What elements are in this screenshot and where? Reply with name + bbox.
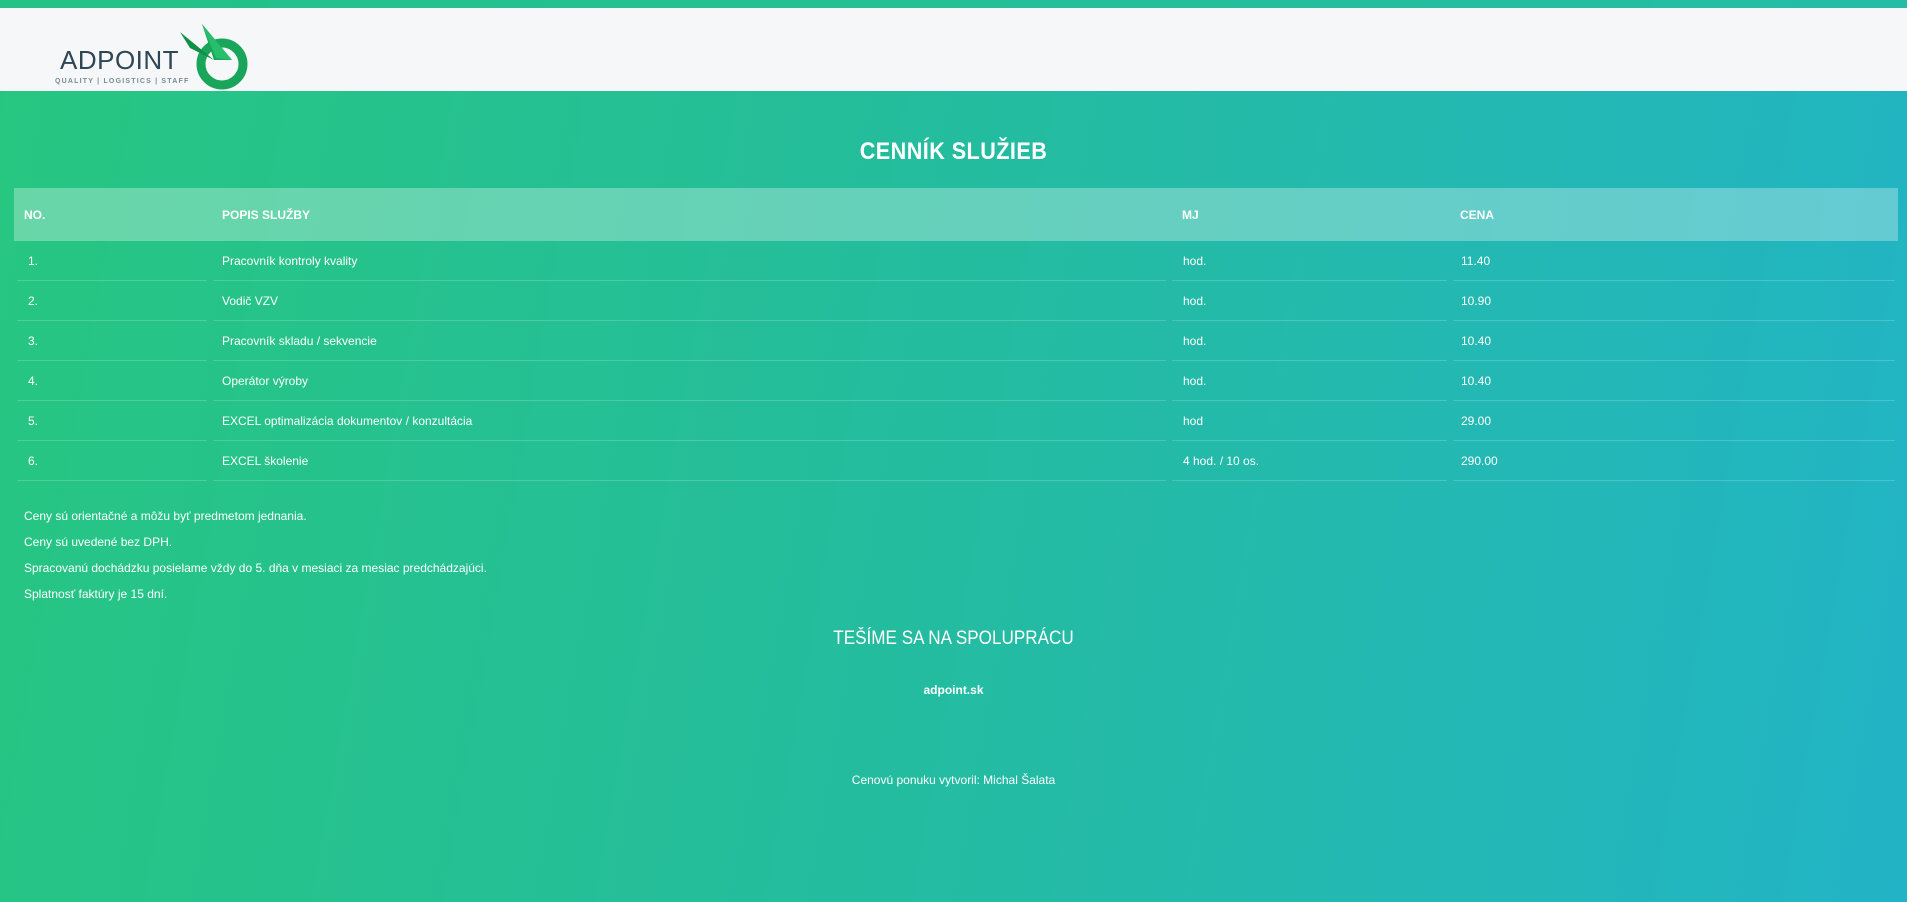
row-number: 4. xyxy=(14,361,210,401)
table-header-row: NO. POPIS SLUŽBY MJ CENA xyxy=(14,188,1898,241)
service-price: 10.90 xyxy=(1450,281,1898,321)
service-price: 10.40 xyxy=(1450,321,1898,361)
table-row: 5. EXCEL optimalizácia dokumentov / konz… xyxy=(14,401,1898,441)
service-unit: hod. xyxy=(1169,361,1450,401)
service-price: 29.00 xyxy=(1450,401,1898,441)
service-description: Vodič VZV xyxy=(210,281,1169,321)
service-unit: hod xyxy=(1169,401,1450,441)
table-row: 2. Vodič VZV hod. 10.90 xyxy=(14,281,1898,321)
service-unit: 4 hod. / 10 os. xyxy=(1169,441,1450,481)
note-line: Ceny sú orientačné a môžu byť predmetom … xyxy=(24,509,307,523)
table-row: 3. Pracovník skladu / sekvencie hod. 10.… xyxy=(14,321,1898,361)
header: ADPOINT QUALITY | LOGISTICS | STAFF xyxy=(0,8,1907,91)
note-line: Splatnosť faktúry je 15 dní. xyxy=(24,587,168,601)
row-number: 3. xyxy=(14,321,210,361)
table-row: 1. Pracovník kontroly kvality hod. 11.40 xyxy=(14,241,1898,281)
top-accent-bar xyxy=(0,0,1907,8)
logo-tagline: QUALITY | LOGISTICS | STAFF xyxy=(55,78,190,85)
pricing-notes: Ceny sú orientačné a môžu byť predmetom … xyxy=(24,503,487,607)
table-row: 6. EXCEL školenie 4 hod. / 10 os. 290.00 xyxy=(14,441,1898,481)
service-price: 10.40 xyxy=(1450,361,1898,401)
column-header-description: POPIS SLUŽBY xyxy=(222,207,311,222)
cooperation-heading: TEŠÍME SA NA SPOLUPRÁCU xyxy=(833,628,1074,649)
column-header-price: CENA xyxy=(1460,207,1495,222)
service-price: 11.40 xyxy=(1450,241,1898,281)
page-title: CENNÍK SLUŽIEB xyxy=(859,138,1048,165)
offer-author: Cenovú ponuku vytvoril: Michal Šalata xyxy=(851,773,1056,787)
row-number: 5. xyxy=(14,401,210,441)
row-number: 2. xyxy=(14,281,210,321)
table-row: 4. Operátor výroby hod. 10.40 xyxy=(14,361,1898,401)
service-description: Operátor výroby xyxy=(210,361,1169,401)
adpoint-logo[interactable]: ADPOINT QUALITY | LOGISTICS | STAFF xyxy=(54,14,254,92)
row-number: 6. xyxy=(14,441,210,481)
logo-wordmark: ADPOINT xyxy=(60,45,180,75)
service-description: EXCEL školenie xyxy=(210,441,1169,481)
column-header-no: NO. xyxy=(24,207,46,222)
service-unit: hod. xyxy=(1169,241,1450,281)
service-price: 290.00 xyxy=(1450,441,1898,481)
row-number: 1. xyxy=(14,241,210,281)
note-line: Spracovanú dochádzku posielame vždy do 5… xyxy=(24,561,487,575)
service-unit: hod. xyxy=(1169,281,1450,321)
website-link[interactable]: adpoint.sk xyxy=(0,683,1907,697)
service-description: Pracovník kontroly kvality xyxy=(210,241,1169,281)
service-description: EXCEL optimalizácia dokumentov / konzult… xyxy=(210,401,1169,441)
note-line: Ceny sú uvedené bez DPH. xyxy=(24,535,173,549)
price-table: NO. POPIS SLUŽBY MJ CENA 1. Pracovník ko… xyxy=(14,188,1898,481)
column-header-unit: MJ xyxy=(1182,207,1199,222)
service-unit: hod. xyxy=(1169,321,1450,361)
service-description: Pracovník skladu / sekvencie xyxy=(210,321,1169,361)
